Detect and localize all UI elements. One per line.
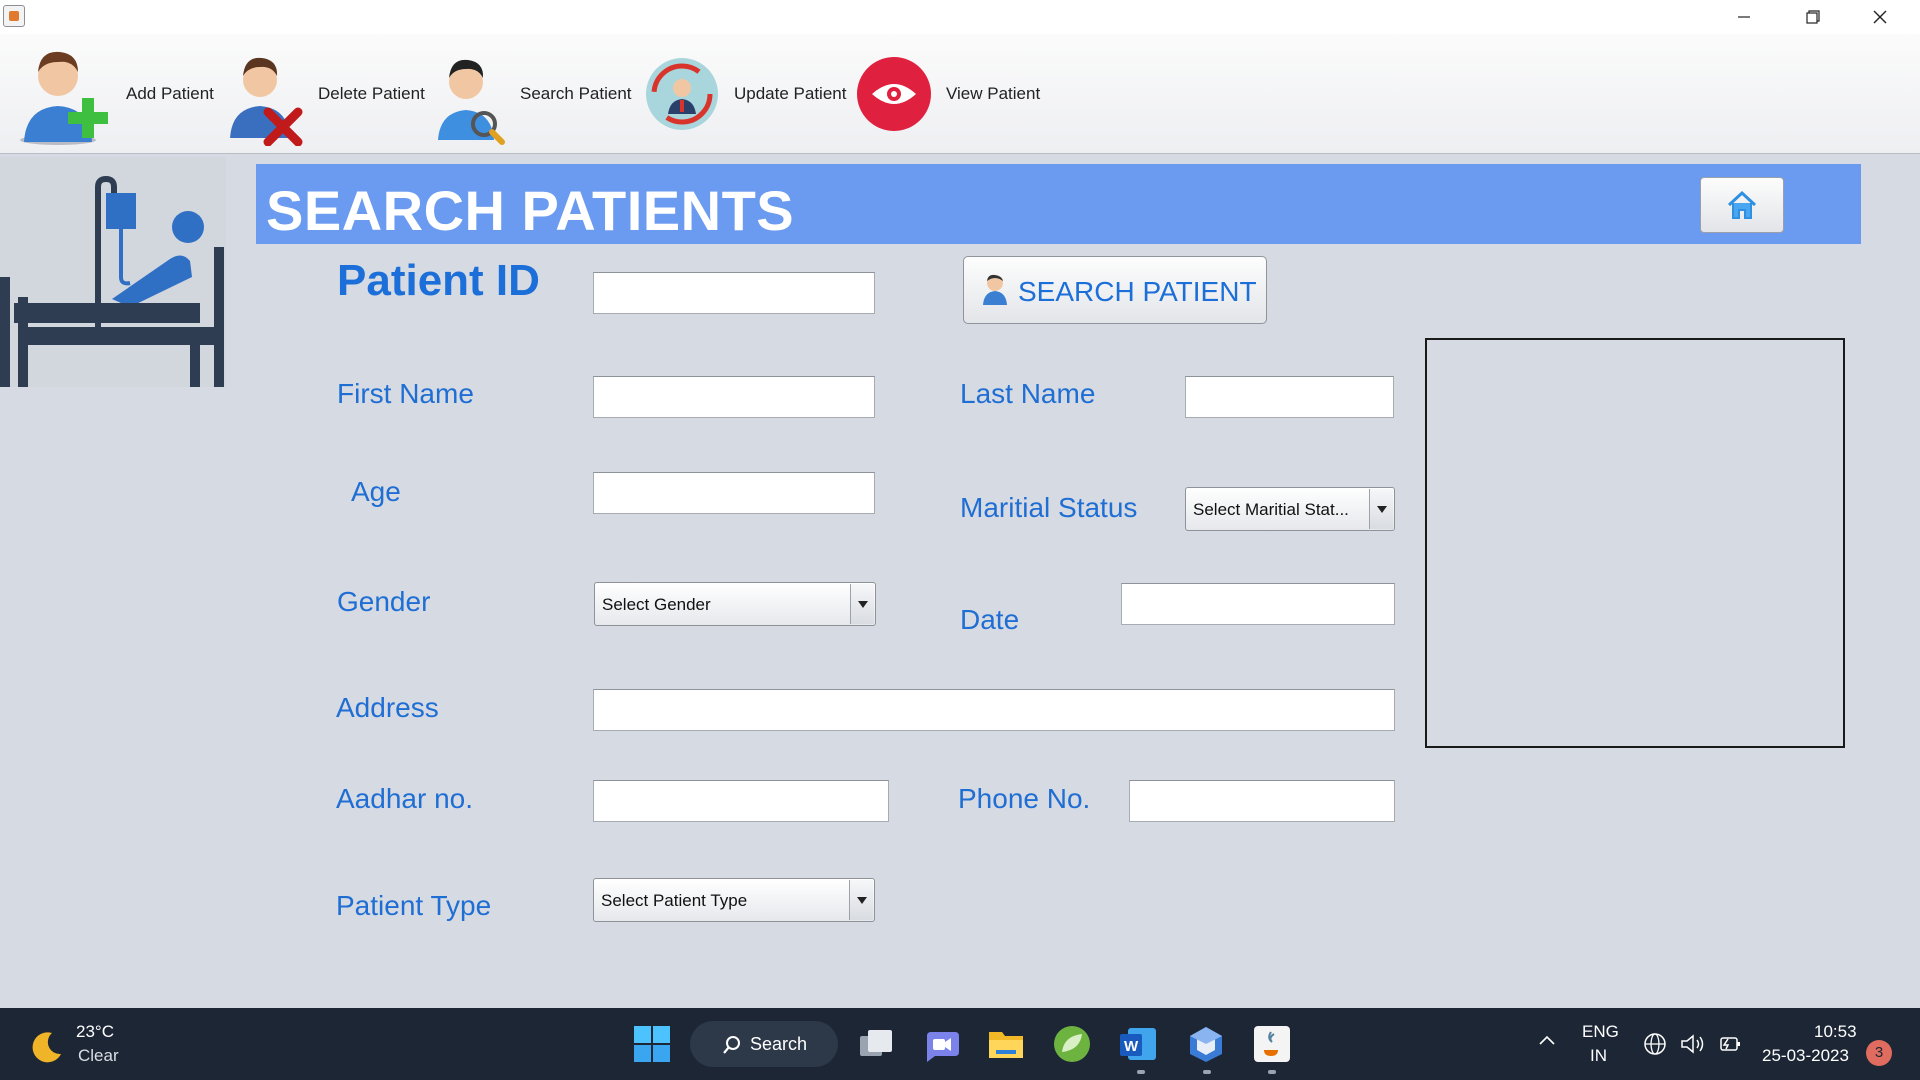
task-view-button[interactable] xyxy=(856,1024,896,1064)
address-input[interactable] xyxy=(593,689,1395,731)
home-icon xyxy=(1727,190,1757,219)
chat-icon xyxy=(927,1032,959,1062)
taskbar: 23°C Clear Search W ENG IN 10:53 25-03-2… xyxy=(0,1008,1920,1080)
start-button[interactable] xyxy=(632,1024,672,1064)
restore-icon xyxy=(1806,10,1820,24)
battery-charging-icon[interactable] xyxy=(1716,1032,1742,1056)
moon-icon xyxy=(32,1032,61,1063)
age-input[interactable] xyxy=(593,472,875,514)
toolbar: Add Patient Delete Patient Search Patien… xyxy=(0,34,1920,154)
close-icon xyxy=(1873,10,1887,24)
chevron-down-icon xyxy=(849,880,873,920)
running-indicator xyxy=(1268,1070,1276,1074)
input-language[interactable]: ENG xyxy=(1582,1022,1619,1042)
view-patient-button[interactable]: View Patient xyxy=(856,34,1040,154)
close-button[interactable] xyxy=(1846,0,1914,34)
page-title: SEARCH PATIENTS xyxy=(266,179,795,242)
aadhar-input[interactable] xyxy=(593,780,889,822)
phone-input[interactable] xyxy=(1129,780,1395,822)
clock-date[interactable]: 25-03-2023 xyxy=(1762,1046,1849,1066)
search-patient-submit-label: SEARCH PATIENT xyxy=(1018,276,1257,307)
hospital-bed-illustration xyxy=(0,157,226,387)
marital-status-selected: Select Maritial Stat... xyxy=(1193,500,1349,519)
first-name-label: First Name xyxy=(337,378,474,409)
chevron-up-icon[interactable] xyxy=(1538,1034,1556,1046)
patient-id-label: Patient ID xyxy=(337,256,540,305)
update-patient-icon xyxy=(646,58,718,130)
update-patient-label: Update Patient xyxy=(734,84,847,103)
task-view-icon xyxy=(860,1030,892,1056)
restore-button[interactable] xyxy=(1778,0,1846,34)
minimize-icon xyxy=(1738,16,1750,18)
java-app-icon xyxy=(3,5,25,27)
age-label: Age xyxy=(351,476,401,507)
view-patient-label: View Patient xyxy=(946,84,1041,103)
gender-select[interactable]: Select Gender xyxy=(594,582,876,626)
java-app-button[interactable] xyxy=(1252,1024,1292,1064)
cube-icon xyxy=(1190,1027,1222,1062)
patient-type-label: Patient Type xyxy=(336,890,492,921)
spring-leaf-icon xyxy=(1054,1026,1090,1062)
weather-temperature[interactable]: 23°C xyxy=(76,1022,114,1042)
volume-icon[interactable] xyxy=(1680,1032,1706,1056)
gender-label: Gender xyxy=(337,586,431,617)
minimize-button[interactable] xyxy=(1710,0,1778,34)
chevron-down-icon xyxy=(1369,489,1393,529)
delete-patient-icon xyxy=(230,57,303,146)
delete-patient-button[interactable]: Delete Patient xyxy=(228,34,425,154)
running-indicator xyxy=(1203,1070,1211,1074)
last-name-label: Last Name xyxy=(960,378,1096,409)
hospital-bed-icon xyxy=(0,175,224,387)
gender-selected: Select Gender xyxy=(602,595,711,614)
patient-type-select[interactable]: Select Patient Type xyxy=(593,878,875,922)
update-patient-button[interactable]: Update Patient xyxy=(644,34,846,154)
marital-status-select[interactable]: Select Maritial Stat... xyxy=(1185,487,1395,531)
patient-type-selected: Select Patient Type xyxy=(601,891,748,910)
windows-icon xyxy=(634,1026,670,1062)
notification-badge[interactable]: 3 xyxy=(1866,1040,1892,1066)
search-patient-button[interactable]: Search Patient xyxy=(436,34,632,154)
last-name-input[interactable] xyxy=(1185,376,1394,418)
home-button[interactable] xyxy=(1700,177,1784,233)
aadhar-label: Aadhar no. xyxy=(336,783,473,814)
date-input[interactable] xyxy=(1121,583,1395,625)
word-icon: W xyxy=(1120,1028,1156,1060)
running-indicator xyxy=(1137,1070,1145,1074)
date-label: Date xyxy=(960,604,1020,635)
patient-id-input[interactable] xyxy=(593,272,875,314)
patient-photo-box xyxy=(1425,338,1845,748)
java-icon xyxy=(1254,1026,1290,1062)
file-explorer-button[interactable] xyxy=(986,1024,1026,1064)
search-icon xyxy=(723,1036,740,1054)
input-region[interactable]: IN xyxy=(1590,1046,1607,1066)
add-patient-button[interactable]: Add Patient xyxy=(18,34,214,154)
weather-condition[interactable]: Clear xyxy=(78,1046,119,1066)
first-name-input[interactable] xyxy=(593,376,875,418)
folder-icon xyxy=(989,1032,1023,1058)
clock-time[interactable]: 10:53 xyxy=(1814,1022,1857,1042)
window-title-bar xyxy=(0,0,1920,34)
search-patient-submit-button[interactable]: SEARCH PATIENT xyxy=(963,256,1267,324)
patient-search-icon xyxy=(983,274,1007,305)
search-patient-label: Search Patient xyxy=(520,84,632,103)
spring-tool-button[interactable] xyxy=(1052,1024,1092,1064)
phone-label: Phone No. xyxy=(958,783,1091,814)
add-patient-label: Add Patient xyxy=(126,84,214,103)
address-label: Address xyxy=(336,692,439,723)
teams-chat-button[interactable] xyxy=(921,1024,961,1064)
delete-patient-label: Delete Patient xyxy=(318,84,425,103)
taskbar-search-label: Search xyxy=(750,1034,808,1054)
search-patient-icon xyxy=(438,59,505,145)
word-button[interactable]: W xyxy=(1118,1024,1158,1064)
taskbar-search[interactable]: Search xyxy=(690,1021,838,1067)
network-globe-icon[interactable] xyxy=(1643,1032,1667,1056)
view-patient-icon xyxy=(857,57,931,131)
chevron-down-icon xyxy=(850,584,874,624)
svg-text:W: W xyxy=(1124,1038,1139,1055)
add-patient-icon xyxy=(20,51,108,145)
marital-status-label: Maritial Status xyxy=(960,492,1138,523)
header-band: SEARCH PATIENTS xyxy=(256,164,1861,244)
virtualbox-button[interactable] xyxy=(1186,1024,1226,1064)
